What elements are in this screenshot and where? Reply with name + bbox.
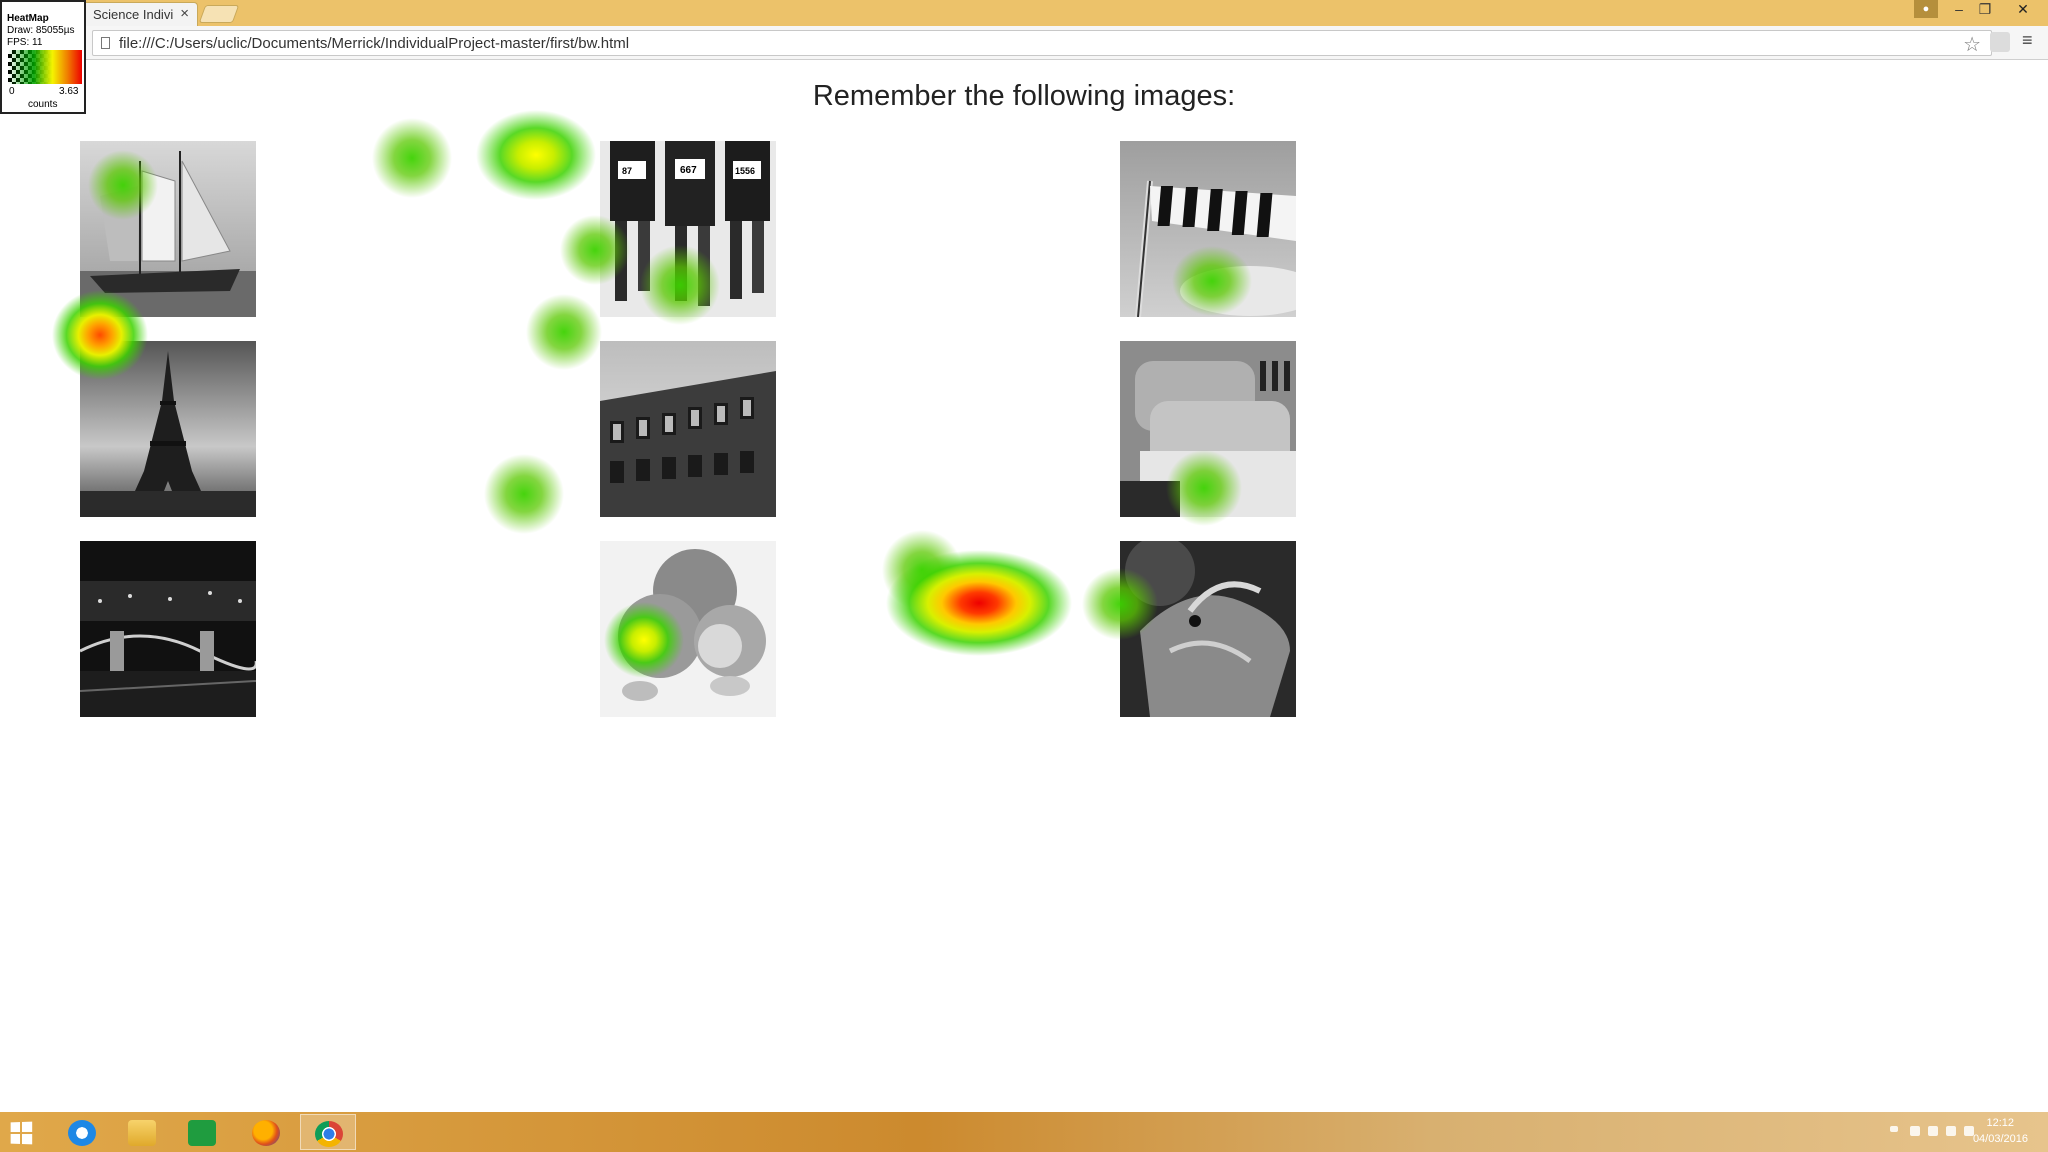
start-button[interactable] <box>0 1114 56 1150</box>
extension-icon[interactable] <box>1990 32 2010 52</box>
chrome-icon <box>315 1121 343 1147</box>
image-windsock <box>1120 141 1296 317</box>
legend-title: HeatMap <box>7 13 49 24</box>
legend-unit: counts <box>28 99 58 110</box>
internet-explorer-icon <box>68 1120 96 1146</box>
minimize-button[interactable]: – <box>1946 0 1972 20</box>
bib-number-1: 87 <box>622 166 632 176</box>
tab-title: Science Individual <box>93 7 173 22</box>
page-icon <box>101 37 110 49</box>
browser-toolbar: file:///C:/Users/uclic/Documents/Merrick… <box>0 26 2048 60</box>
flag-icon[interactable] <box>1910 1126 1920 1136</box>
heatmap-legend-panel: HeatMap Draw: 85055µs FPS: 11 0 3.63 cou… <box>0 0 86 114</box>
heat-spot <box>372 118 452 198</box>
user-profile-icon[interactable]: ● <box>1914 0 1938 18</box>
windows-logo-icon <box>10 1121 33 1145</box>
legend-min-value: 0 <box>9 86 15 97</box>
legend-fps: FPS: 11 <box>7 37 43 48</box>
heat-spot <box>886 550 1072 656</box>
image-chain-bridge <box>80 541 256 717</box>
taskbar-internet-explorer[interactable] <box>54 1114 110 1150</box>
legend-color-scale <box>8 50 82 84</box>
tab-close-icon[interactable]: × <box>180 5 189 22</box>
image-sailing-ship <box>80 141 256 317</box>
store-icon <box>188 1120 216 1146</box>
power-icon[interactable] <box>1928 1126 1938 1136</box>
firefox-icon <box>252 1120 280 1146</box>
address-bar[interactable]: file:///C:/Users/uclic/Documents/Merrick… <box>92 30 1992 56</box>
legend-draw-time: Draw: 85055µs <box>7 25 75 36</box>
network-icon[interactable] <box>1946 1126 1956 1136</box>
page-heading: Remember the following images: <box>812 80 1236 112</box>
image-mandarins <box>600 541 776 717</box>
browser-title-bar: Science Individual × ● – ❐ ✕ <box>0 0 2048 26</box>
taskbar-file-explorer[interactable] <box>114 1114 170 1150</box>
show-hidden-icons-icon[interactable] <box>1890 1126 1898 1132</box>
bookmark-star-icon[interactable]: ☆ <box>1963 32 1981 57</box>
heat-spot <box>882 530 962 610</box>
taskbar: 12:12 04/03/2016 <box>0 1112 2048 1152</box>
clock-date[interactable]: 04/03/2016 <box>1973 1133 2028 1145</box>
image-marathon-runners: 87 667 1556 <box>600 141 776 317</box>
browser-menu-icon[interactable]: ≡ <box>2022 30 2033 51</box>
heat-spot <box>526 294 602 370</box>
image-dragon-statue <box>1120 541 1296 717</box>
restore-button[interactable]: ❐ <box>1972 0 1998 20</box>
taskbar-store[interactable] <box>174 1114 230 1150</box>
new-tab-button[interactable] <box>198 5 240 23</box>
heat-spot <box>476 110 596 200</box>
taskbar-firefox[interactable] <box>238 1114 294 1150</box>
bib-number-2: 667 <box>680 165 697 176</box>
legend-max-value: 3.63 <box>59 86 79 97</box>
image-toast <box>1120 341 1296 517</box>
clock-time[interactable]: 12:12 <box>1986 1117 2014 1129</box>
system-tray: 12:12 04/03/2016 <box>1848 1112 2048 1152</box>
tab-active[interactable]: Science Individual × <box>82 2 198 26</box>
address-url[interactable]: file:///C:/Users/uclic/Documents/Merrick… <box>119 35 629 52</box>
bib-number-3: 1556 <box>735 166 755 176</box>
image-eiffel-tower <box>80 341 256 517</box>
image-brick-building <box>600 341 776 517</box>
close-window-button[interactable]: ✕ <box>2010 0 2036 20</box>
heat-spot <box>484 454 564 534</box>
taskbar-chrome[interactable] <box>300 1114 356 1150</box>
folder-icon <box>128 1120 156 1146</box>
